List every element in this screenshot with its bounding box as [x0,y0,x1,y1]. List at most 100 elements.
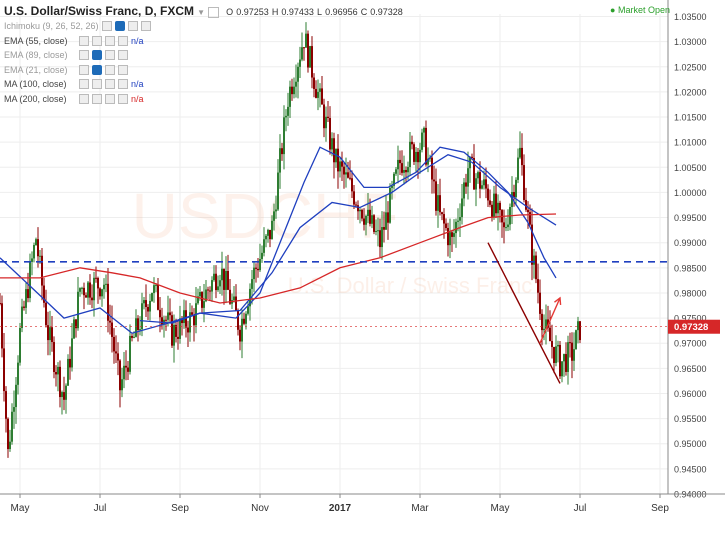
indicator-close-icon[interactable] [118,35,128,46]
indicator-row[interactable]: EMA (55, close) n/a [4,34,144,48]
candle-body [111,322,113,337]
candle-body [41,255,43,286]
candle-body [431,157,433,180]
candle [19,323,21,366]
y-tick-label: 0.96500 [674,364,707,374]
candle [253,261,255,293]
indicator-add-icon[interactable] [105,35,115,46]
settings-icon[interactable] [208,6,220,18]
candle-body [273,211,275,221]
candle [401,150,403,176]
indicator-close-icon[interactable] [140,21,151,31]
indicator-settings-icon[interactable] [92,93,102,104]
candle-body [259,258,261,271]
candle [409,132,411,177]
candle-body [529,212,531,225]
candle-body [565,354,567,372]
candle [163,315,165,338]
close-label: C [360,7,368,17]
candle [217,275,219,292]
candle-body [421,132,423,150]
candle-body [151,293,153,301]
candle [167,295,169,327]
candle-body [387,212,389,223]
candle-body [377,230,379,232]
candle-body [77,291,79,329]
candle-body [45,302,47,326]
indicator-row[interactable]: MA (200, close) n/a [4,92,144,106]
candle [485,167,487,199]
candle-body [575,330,577,350]
indicator-settings-icon[interactable] [92,35,102,46]
candle [579,320,581,344]
candle-body [81,287,83,289]
candle [7,417,9,458]
indicator-row[interactable]: MA (100, close) n/a [4,77,144,91]
candle-body [357,205,359,212]
candle-body [51,327,53,343]
candle-body [239,329,241,342]
candle-body [323,104,325,129]
indicator-visibility-icon[interactable] [101,21,112,31]
indicator-add-icon[interactable] [127,21,138,31]
candle-body [489,200,491,205]
indicator-row[interactable]: Ichimoku (9, 26, 52, 26) [4,19,151,33]
candle [11,403,13,445]
candle [137,315,139,342]
candle [255,263,257,283]
indicator-visibility-icon[interactable] [79,79,89,89]
candle [503,209,505,244]
indicator-label: MA (200, close) [4,93,67,104]
candle-body [221,268,223,281]
candle [83,282,85,310]
y-tick-label: 0.99000 [674,238,707,248]
indicator-add-icon[interactable] [105,93,115,104]
indicator-visibility-icon[interactable] [79,35,89,46]
candle [559,341,561,379]
candle-body [37,239,39,257]
indicator-close-icon[interactable] [118,64,128,75]
market-status: ● Market Open [610,5,670,15]
candle-body [7,418,9,450]
symbol-dropdown-icon[interactable]: ▼ [197,8,205,17]
candle-body [367,209,369,216]
indicator-add-icon[interactable] [105,79,115,89]
candle [463,177,465,207]
indicator-row[interactable]: EMA (21, close) [4,63,128,77]
candle [459,203,461,237]
candle-body [361,209,363,219]
indicator-close-icon[interactable] [118,50,128,60]
indicator-visibility-icon[interactable] [79,50,89,60]
candle [303,47,305,61]
indicator-close-icon[interactable] [118,79,128,89]
indicator-add-icon[interactable] [105,50,115,60]
candle-body [439,195,441,213]
candle [113,328,115,364]
indicator-settings-icon[interactable] [92,50,102,60]
candle [567,335,569,385]
indicator-visibility-icon[interactable] [79,64,89,75]
x-tick-label: May [491,503,510,514]
candle-body [63,392,65,400]
candle [423,126,425,148]
indicator-visibility-icon[interactable] [79,93,89,104]
candle [239,325,241,351]
candle [313,73,315,98]
indicator-close-icon[interactable] [118,93,128,104]
candle-body [487,188,489,201]
candle-body [277,172,279,210]
candle-body [293,86,295,95]
low-value: 0.96956 [325,7,358,17]
candle [243,312,245,326]
candle [157,278,159,311]
indicator-settings-icon[interactable] [92,79,102,89]
candle [449,218,451,259]
indicator-row[interactable]: EMA (89, close) [4,48,128,62]
indicator-add-icon[interactable] [105,64,115,75]
candle [535,251,537,284]
candle-body [253,267,255,280]
indicator-settings-icon[interactable] [92,64,102,75]
x-tick-label: Jul [574,503,587,514]
indicator-settings-icon[interactable] [114,21,125,31]
candle-body [435,181,437,211]
